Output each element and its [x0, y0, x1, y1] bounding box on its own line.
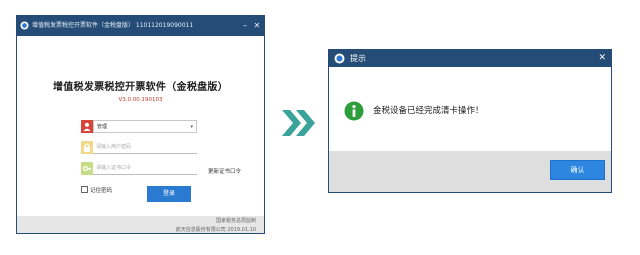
- update-cert-password-link[interactable]: 更新证书口令: [208, 167, 241, 175]
- footer-supervisor: 国家税务总局监制: [215, 218, 256, 224]
- dialog-message: 金税设备已经完成清卡操作！: [373, 106, 484, 116]
- password-row: 请输入用户密码: [81, 141, 197, 154]
- dialog-title: 提示: [350, 54, 366, 63]
- cert-password-input[interactable]: 请输入证书口令: [93, 162, 197, 175]
- close-button[interactable]: ✕: [252, 16, 262, 36]
- footer-vendor: 航天信息股份有限公司 2019.01.10: [175, 227, 256, 233]
- dialog-footer: 确认: [329, 151, 611, 192]
- user-select[interactable]: 管理 ▾: [93, 120, 197, 133]
- close-icon[interactable]: ✕: [598, 50, 606, 66]
- remember-password-checkbox[interactable]: [81, 186, 88, 193]
- double-chevron-right-icon: [282, 110, 315, 136]
- login-window: 增值税发票税控开票软件（金税盘版） 110112019090011 – ✕ 增值…: [16, 15, 265, 234]
- version-label: V3.0.00.190103: [118, 97, 163, 103]
- user-select-value: 管理: [97, 124, 108, 130]
- login-body: 增值税发票税控开票软件（金税盘版） V3.0.00.190103 管理 ▾ 请输…: [17, 36, 264, 216]
- software-heading: 增值税发票税控开票软件（金税盘版）: [52, 82, 229, 93]
- info-icon: [344, 101, 364, 121]
- tip-dialog: 提示 ✕ 金税设备已经完成清卡操作！ 确认: [328, 49, 612, 193]
- login-button[interactable]: 登录: [147, 186, 191, 202]
- dropdown-caret-icon: ▾: [190, 124, 193, 130]
- lock-icon: [81, 141, 93, 154]
- app-icon: [20, 21, 29, 30]
- login-footer: 国家税务总局监制 航天信息股份有限公司 2019.01.10: [17, 216, 264, 233]
- dialog-titlebar: 提示 ✕: [329, 50, 611, 67]
- user-select-row: 管理 ▾: [81, 120, 197, 133]
- remember-password[interactable]: 记住密码: [81, 186, 112, 194]
- user-icon: [81, 120, 93, 133]
- remember-password-label: 记住密码: [90, 188, 113, 194]
- login-titlebar: 增值税发票税控开票软件（金税盘版） 110112019090011 – ✕: [17, 16, 264, 36]
- dialog-body: 金税设备已经完成清卡操作！: [329, 67, 611, 151]
- key-icon: [81, 162, 93, 175]
- app-icon: [334, 53, 345, 64]
- cert-password-row: 请输入证书口令: [81, 162, 197, 175]
- password-input[interactable]: 请输入用户密码: [93, 141, 197, 154]
- login-window-title: 增值税发票税控开票软件（金税盘版） 110112019090011: [32, 22, 194, 29]
- minimize-button[interactable]: –: [240, 16, 250, 36]
- screenshot-stage: 增值税发票税控开票软件（金税盘版） 110112019090011 – ✕ 增值…: [0, 0, 640, 255]
- confirm-button[interactable]: 确认: [550, 160, 605, 180]
